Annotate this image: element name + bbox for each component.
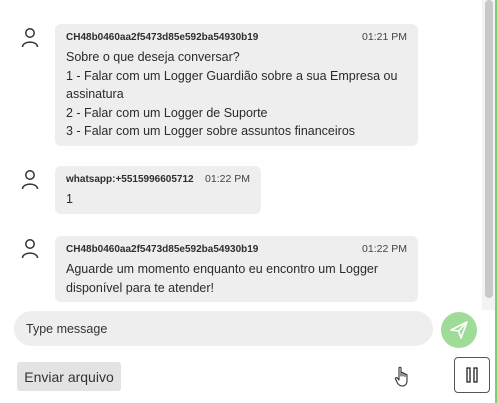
message-time: 01:21 PM bbox=[362, 31, 407, 43]
message-text: 3 - Falar com um Logger sobre assuntos f… bbox=[66, 124, 356, 138]
message-time: 01:22 PM bbox=[362, 243, 407, 255]
message-sender: CH48b0460aa2f5473d85e592ba54930b19 bbox=[66, 32, 259, 43]
message-time: 01:22 PM bbox=[205, 173, 250, 185]
message-text: Sobre o que deseja conversar? bbox=[66, 50, 240, 64]
message-text: 1 bbox=[66, 192, 73, 206]
message-text: 1 - Falar com um Logger Guardião sobre a… bbox=[66, 68, 398, 83]
message-bubble: CH48b0460aa2f5473d85e592ba54930b19 01:21… bbox=[55, 24, 418, 146]
pause-button[interactable] bbox=[454, 357, 490, 393]
message-text: Aguarde um momento enquanto eu encontro … bbox=[66, 262, 379, 276]
user-avatar-icon bbox=[21, 28, 39, 48]
message-composer[interactable] bbox=[14, 311, 433, 346]
message-sender: whatsapp:+5515996605712 bbox=[66, 174, 194, 185]
message-sender: CH48b0460aa2f5473d85e592ba54930b19 bbox=[66, 244, 259, 255]
scrollbar-thumb[interactable] bbox=[485, 0, 493, 298]
chat-message-list[interactable]: CH48b0460aa2f5473d85e592ba54930b19 01:21… bbox=[0, 0, 482, 310]
upload-file-button[interactable]: Enviar arquivo bbox=[17, 362, 121, 391]
message-bubble: whatsapp:+5515996605712 01:22 PM 1 bbox=[55, 166, 261, 214]
message-input[interactable] bbox=[14, 311, 433, 346]
send-button[interactable] bbox=[441, 312, 477, 348]
send-icon bbox=[450, 321, 468, 339]
message-bubble: CH48b0460aa2f5473d85e592ba54930b19 01:22… bbox=[55, 236, 418, 302]
message-text: disponível para te atender! bbox=[66, 280, 215, 295]
user-avatar-icon bbox=[21, 170, 39, 190]
user-avatar-icon bbox=[21, 239, 39, 259]
message-text: assinatura bbox=[66, 87, 124, 101]
message-text: 2 - Falar com um Logger de Suporte bbox=[66, 105, 268, 120]
hand-pointer-icon bbox=[394, 366, 408, 387]
pause-icon bbox=[466, 367, 478, 383]
